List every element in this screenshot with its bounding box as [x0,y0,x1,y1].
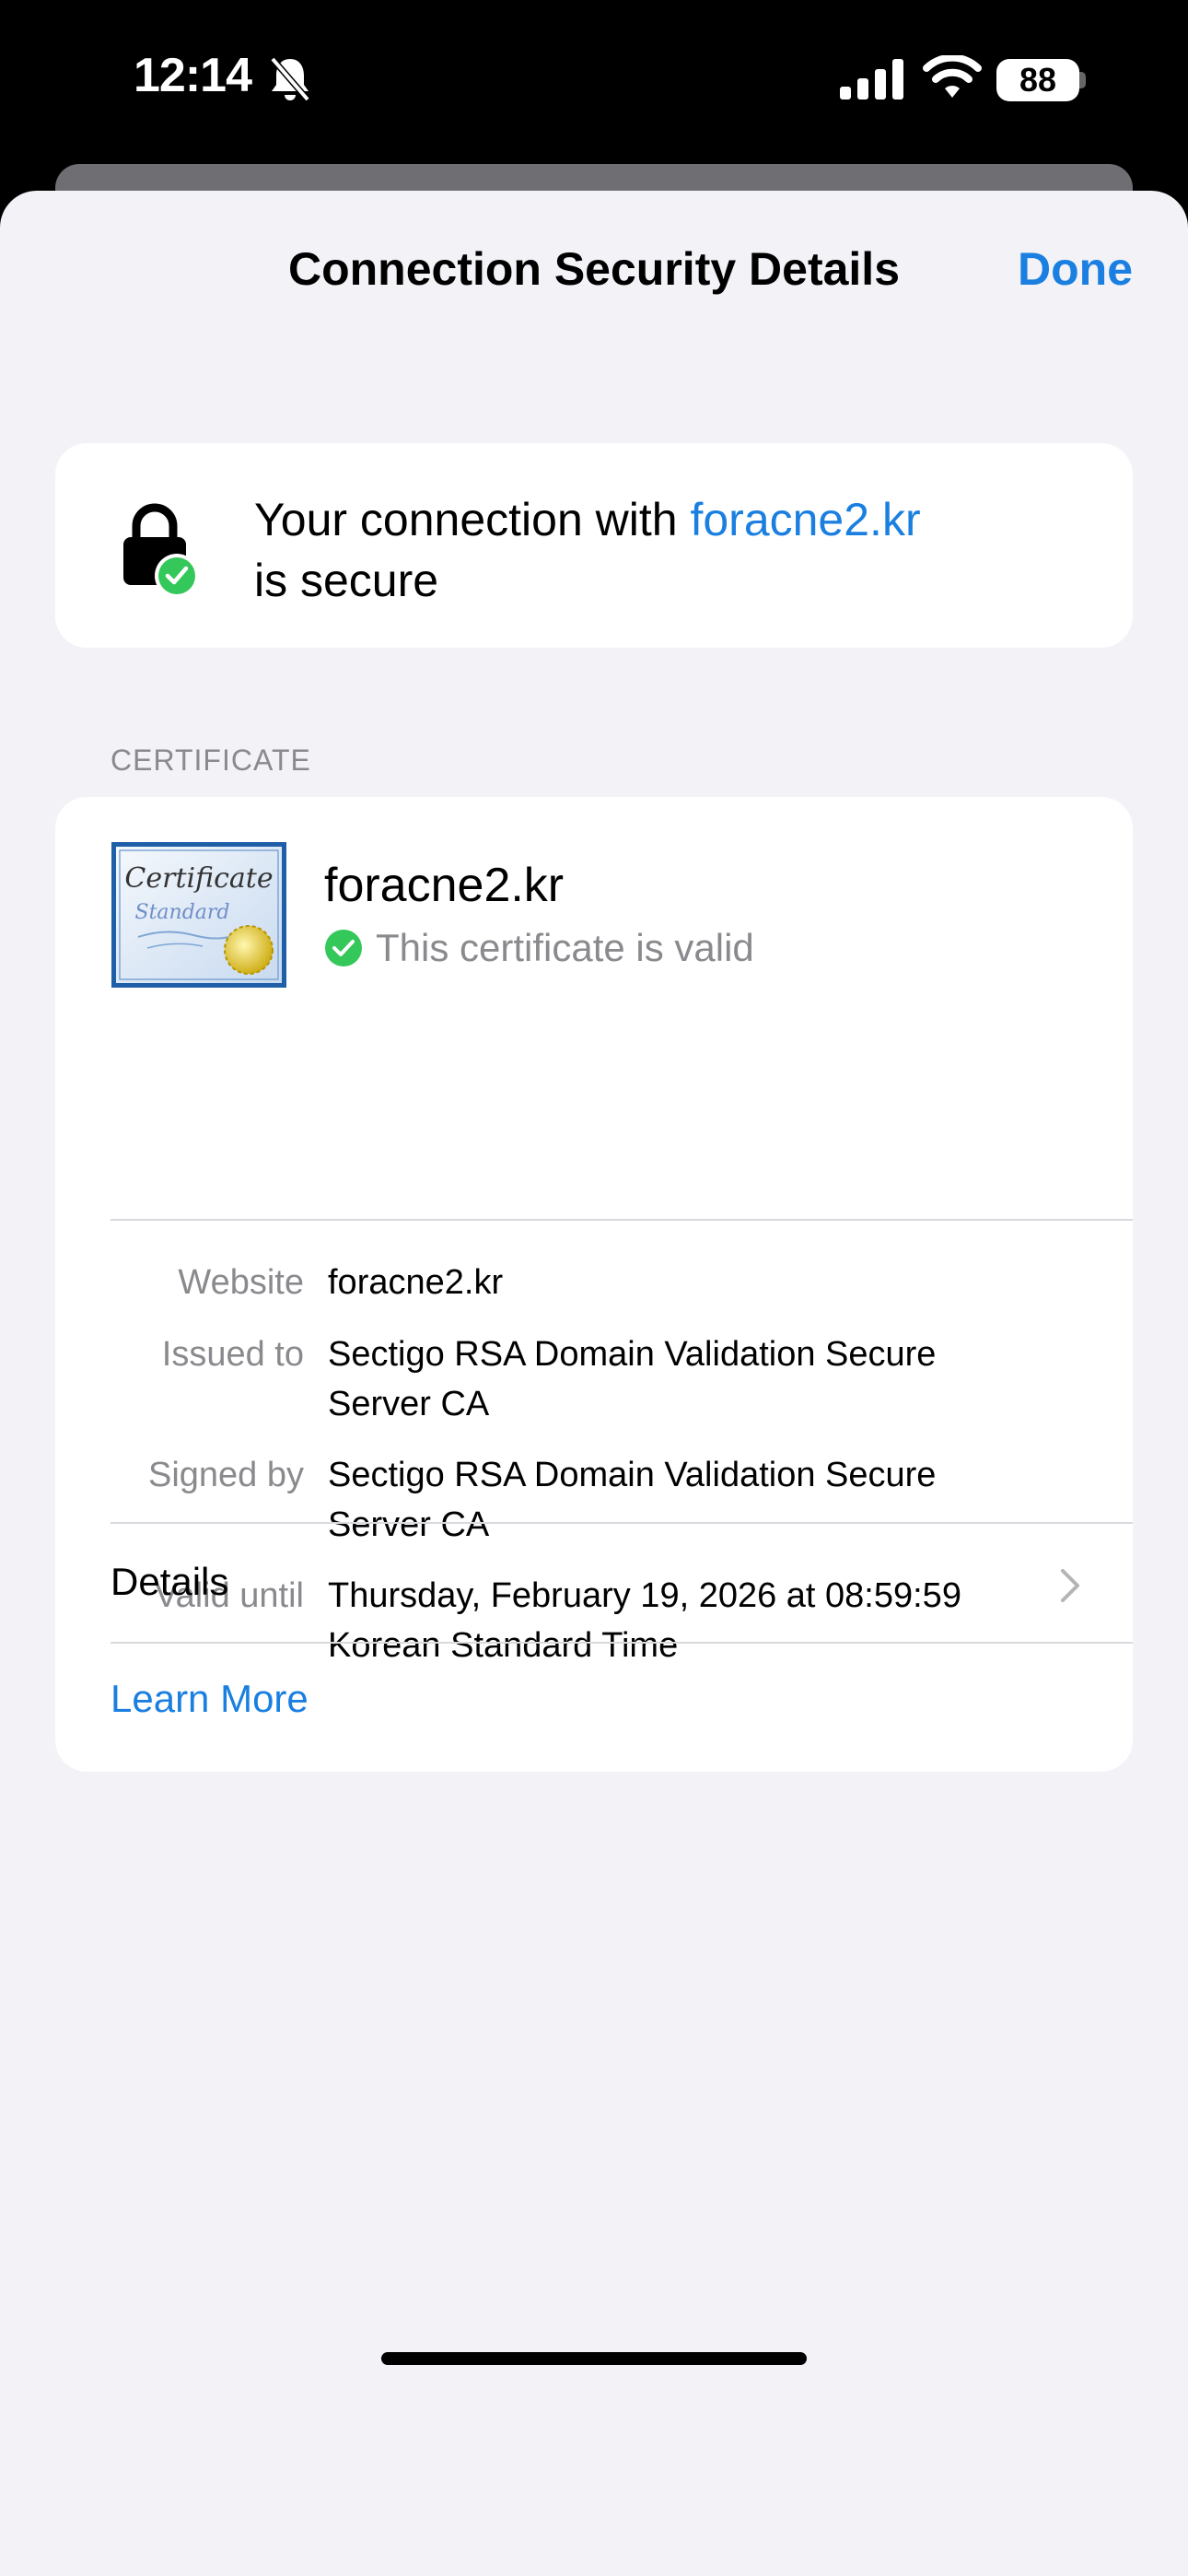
connection-status-text: Your connection with foracne2.kr is secu… [254,489,1083,611]
certificate-section-label: CERTIFICATE [111,744,311,777]
connection-text-after: is secure [254,555,439,606]
connection-domain-link[interactable]: foracne2.kr [690,494,920,545]
field-value-line: Sectigo RSA Domain Validation Secure [328,1456,937,1494]
field-label: Website [178,1263,304,1302]
connection-text-before: Your connection with [254,494,691,545]
security-details-sheet: Connection Security Details Done Your co… [0,191,1188,2576]
field-label: Signed by [147,1456,304,1494]
lock-icon [123,503,199,598]
field-value: Sectigo RSA Domain Validation Secure Ser… [328,1329,1101,1429]
certificate-image-title: Certificate [124,862,273,895]
certificate-domain: foracne2.kr [324,859,565,912]
certificate-image-subtitle: Standard [135,901,230,924]
status-bar: 12:14 88 [0,0,1188,164]
status-time: 12:14 [134,49,252,102]
chevron-right-icon [1061,1569,1079,1602]
connection-card: Your connection with foracne2.kr is secu… [55,443,1133,648]
field-value-line: Sectigo RSA Domain Validation Secure [328,1335,937,1374]
divider [111,1219,1133,1221]
certificate-valid-row: This certificate is valid [324,926,754,970]
battery-cap [1079,72,1086,88]
home-indicator [381,2352,807,2365]
nav-title: Connection Security Details [287,243,901,295]
certificate-status: This certificate is valid [376,926,754,969]
wifi-icon [923,55,982,98]
battery-icon: 88 [996,59,1079,101]
checkmark-circle-icon [325,930,362,966]
cellular-signal-icon [840,59,903,100]
certificate-icon: Certificate Standard [111,842,286,988]
bell-slash-icon [270,56,310,102]
field-label: Issued to [161,1335,304,1374]
done-button[interactable]: Done [1018,242,1133,296]
field-value-line: Server CA [328,1385,490,1423]
field-value: foracne2.kr [328,1263,504,1302]
learn-more-link[interactable]: Learn More [111,1677,309,1721]
details-row[interactable]: Details [111,1525,1133,1645]
details-label: Details [111,1560,229,1603]
